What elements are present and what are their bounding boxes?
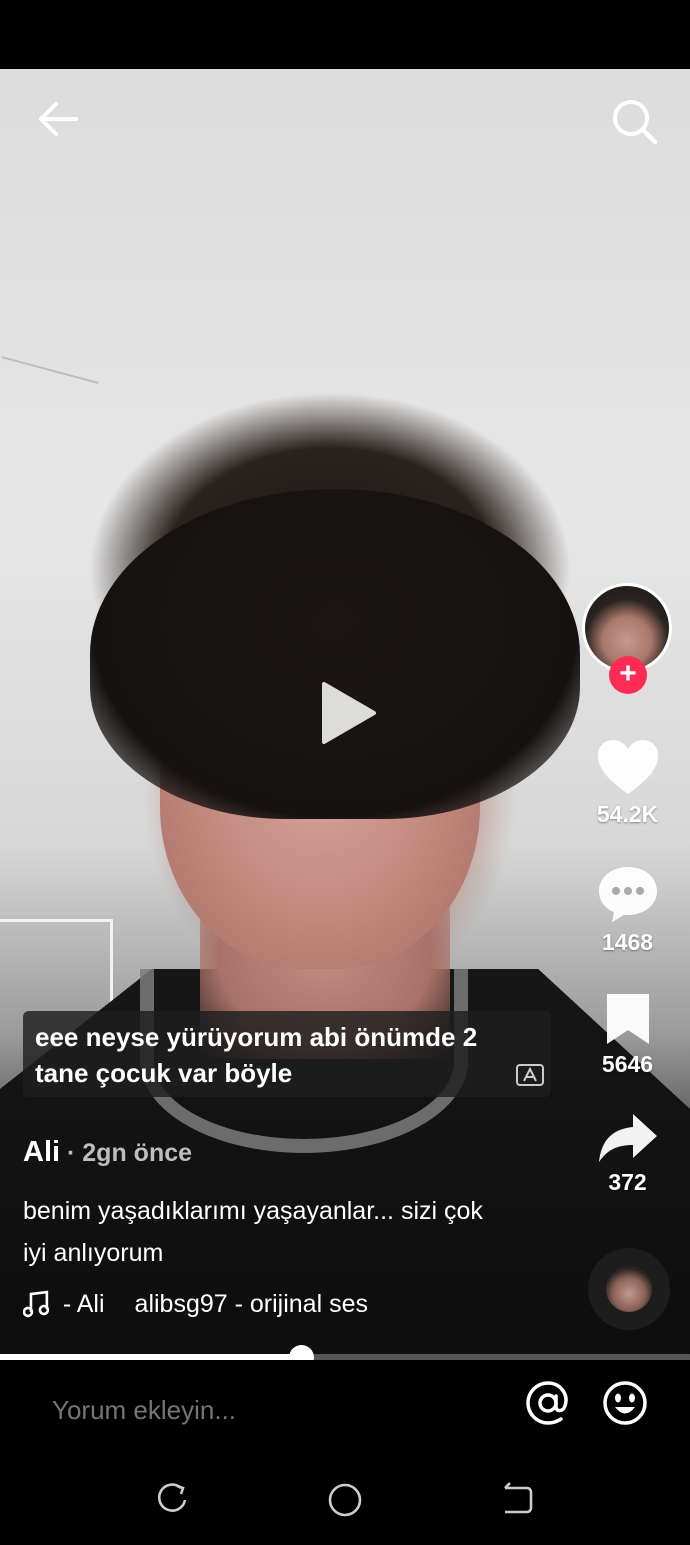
recent-apps-icon[interactable]	[153, 1480, 193, 1520]
search-icon	[613, 100, 658, 145]
author-name[interactable]: Ali	[23, 1136, 60, 1168]
music-title: alibsg97 - orijinal ses	[134, 1289, 368, 1318]
play-icon[interactable]	[318, 680, 378, 746]
music-artist: - Ali	[62, 1289, 105, 1318]
share-button[interactable]: 372	[570, 1112, 685, 1196]
share-arrow-icon	[598, 1114, 657, 1162]
comment-input[interactable]	[50, 1394, 454, 1427]
person-hair	[90, 489, 580, 819]
save-button[interactable]: 5646	[570, 990, 685, 1078]
share-count: 372	[608, 1169, 647, 1195]
like-button[interactable]: 54.2K	[570, 738, 685, 828]
back-button[interactable]	[28, 94, 88, 144]
music-note-icon	[23, 1290, 49, 1318]
music-disc-cover	[606, 1266, 652, 1312]
subtitle-text: eee neyse yürüyorum abi önümde 2 tane ço…	[35, 1022, 478, 1088]
save-count: 5646	[601, 1051, 654, 1077]
mention-icon[interactable]	[525, 1380, 571, 1426]
heart-icon	[597, 740, 658, 794]
post-description: benim yaşadıklarımı yaşayanlar... sizi ç…	[23, 1197, 483, 1267]
post-time: · 2gn önce	[60, 1139, 193, 1167]
author-line[interactable]: Ali · 2gn önce	[23, 1136, 192, 1169]
music-disc[interactable]	[588, 1248, 670, 1330]
background-wall-line	[1, 356, 99, 384]
follow-button[interactable]: +	[609, 656, 647, 694]
home-icon[interactable]	[325, 1480, 365, 1520]
search-button[interactable]	[604, 94, 666, 150]
music-info[interactable]: - Ali alibsg97 - orijinal ses	[23, 1286, 368, 1322]
back-nav-icon[interactable]	[497, 1480, 537, 1520]
emoji-icon[interactable]	[602, 1380, 648, 1426]
comment-button[interactable]: 1468	[570, 864, 685, 956]
translate-icon[interactable]	[515, 1061, 545, 1089]
status-bar	[0, 0, 690, 69]
arrow-left-icon	[39, 102, 78, 136]
like-count: 54.2K	[596, 801, 659, 827]
bookmark-icon	[606, 994, 649, 1044]
subtitle-box: eee neyse yürüyorum abi önümde 2 tane ço…	[23, 1011, 551, 1097]
comment-count: 1468	[601, 929, 654, 955]
comment-bubble-icon	[598, 867, 657, 922]
